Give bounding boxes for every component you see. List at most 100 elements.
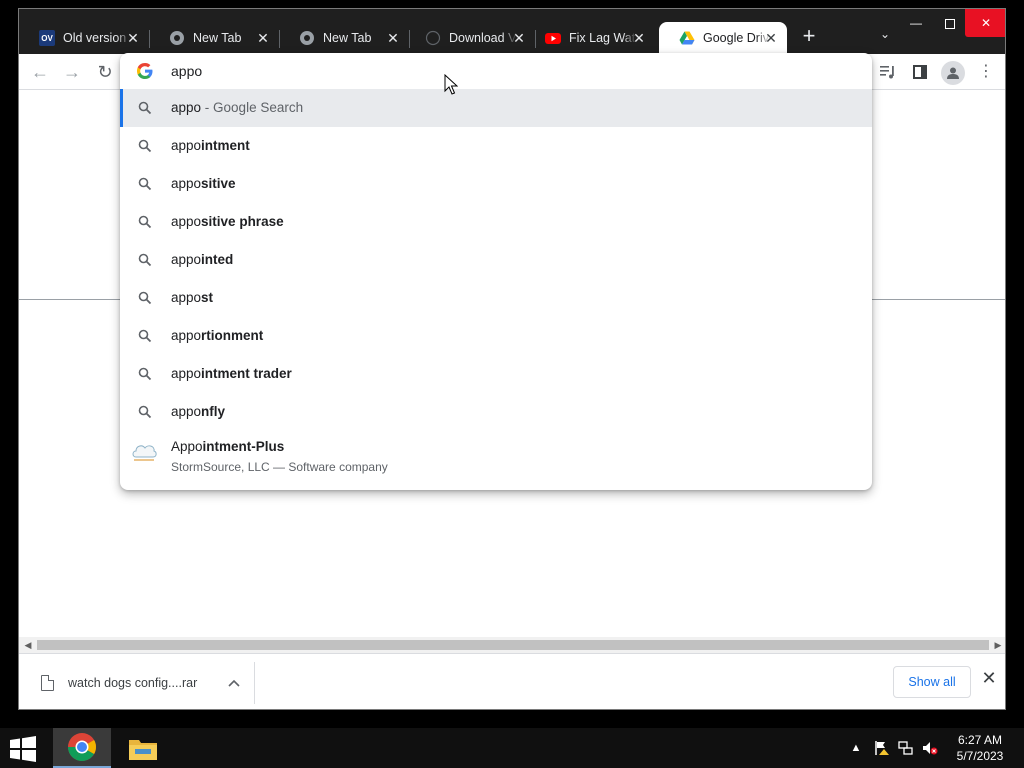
taskbar: ▲ 6:27 AM 5/7/2023 — [0, 728, 1024, 768]
suggestion-completion: sitive phrase — [201, 214, 284, 229]
suggestion-row-1[interactable]: appointment — [120, 127, 872, 165]
suggestion-prefix: appo — [171, 366, 202, 381]
horizontal-scrollbar[interactable]: ◀ ▶ — [19, 637, 1005, 653]
tab-3[interactable]: Download V ✕ — [405, 22, 536, 54]
chevron-up-icon[interactable] — [228, 674, 240, 690]
close-tab-icon[interactable]: ✕ — [125, 30, 141, 46]
close-tab-icon[interactable]: ✕ — [255, 30, 271, 46]
suggestion-row-5[interactable]: appost — [120, 279, 872, 317]
suggestion-text: apponfly — [171, 404, 225, 419]
chrome-tab-icon — [299, 30, 315, 46]
suggestion-prefix: appo — [171, 290, 202, 305]
suggestion-row-2[interactable]: appositive — [120, 165, 872, 203]
tab-label: Google Driv — [703, 31, 769, 45]
scroll-right-icon[interactable]: ▶ — [992, 639, 1004, 651]
close-tab-icon[interactable]: ✕ — [385, 30, 401, 46]
network-icon[interactable] — [896, 728, 916, 768]
tab-search-chevron-icon[interactable]: ⌄ — [877, 27, 893, 43]
scrollbar-thumb[interactable] — [37, 640, 989, 650]
search-icon — [137, 404, 153, 420]
google-drive-icon — [679, 30, 695, 46]
tab-4[interactable]: Fix Lag Wat ✕ — [525, 22, 655, 54]
suggestion-completion: intment trader — [201, 366, 292, 381]
search-icon — [137, 366, 153, 382]
entity-subtitle: StormSource, LLC — Software company — [171, 460, 388, 474]
download-item[interactable]: watch dogs config....rar — [19, 662, 255, 704]
suggestion-row-0[interactable]: appo - Google Search — [120, 89, 872, 127]
show-hidden-icons-icon[interactable]: ▲ — [848, 728, 864, 768]
suggestion-prefix: appo — [171, 214, 202, 229]
file-icon — [41, 675, 54, 691]
suggestion-row-8[interactable]: apponfly — [120, 393, 872, 431]
suggestion-completion: intment — [201, 138, 250, 153]
show-all-button[interactable]: Show all — [893, 666, 971, 698]
entity-prefix: Appo — [171, 439, 203, 454]
search-icon — [137, 328, 153, 344]
omnibox-dropdown: appo appo - Google Search appointment ap… — [120, 53, 872, 490]
windows-start-icon[interactable] — [8, 736, 38, 762]
google-g-icon — [137, 63, 153, 79]
omnibox-query-text: appo — [171, 63, 203, 79]
close-tab-icon[interactable]: ✕ — [763, 30, 779, 46]
profile-avatar-icon[interactable] — [941, 61, 965, 85]
suggestion-row-4[interactable]: appointed — [120, 241, 872, 279]
reload-icon[interactable]: ↻ — [94, 62, 116, 84]
suggestion-text: appointed — [171, 252, 233, 267]
suggestion-row-3[interactable]: appositive phrase — [120, 203, 872, 241]
action-center-flag-icon[interactable] — [872, 728, 892, 768]
tab-label: New Tab — [323, 31, 372, 45]
cloud-logo-icon — [130, 439, 158, 465]
suggestion-source: - Google Search — [201, 100, 304, 115]
tab-strip: OV Old version ✕ New Tab ✕ New Tab ✕ Dow… — [19, 9, 1005, 54]
entity-title: Appointment-Plus — [171, 439, 284, 454]
desktop: OV Old version ✕ New Tab ✕ New Tab ✕ Dow… — [0, 0, 1024, 728]
omnibox-input[interactable]: appo — [120, 53, 872, 89]
clock-time: 6:27 AM — [957, 733, 1003, 747]
search-icon — [137, 138, 153, 154]
taskbar-chrome-icon[interactable] — [53, 728, 111, 768]
suggestion-completion: inted — [201, 252, 234, 267]
entity-suggestion[interactable]: Appointment-Plus StormSource, LLC — Soft… — [120, 431, 872, 483]
search-icon — [137, 290, 153, 306]
back-arrow-icon[interactable]: ← — [29, 62, 51, 84]
suggestion-row-6[interactable]: apportionment — [120, 317, 872, 355]
suggestion-text: appositive — [171, 176, 236, 191]
minimize-button[interactable]: — — [899, 9, 933, 37]
suggestion-prefix: appo — [171, 328, 202, 343]
new-tab-button[interactable]: + — [797, 25, 821, 49]
suggestion-text: appositive phrase — [171, 214, 284, 229]
suggestion-text: appointment trader — [171, 366, 292, 381]
reading-list-icon[interactable] — [877, 62, 899, 84]
scroll-left-icon[interactable]: ◀ — [22, 639, 34, 651]
tab-label: Download V — [449, 31, 517, 45]
close-download-bar-icon[interactable]: ✕ — [979, 668, 999, 688]
close-window-button[interactable]: ✕ — [965, 9, 1005, 37]
tab-1[interactable]: New Tab ✕ — [149, 22, 280, 54]
suggestion-text: appointment — [171, 138, 250, 153]
tab-2[interactable]: New Tab ✕ — [279, 22, 410, 54]
clock-date: 5/7/2023 — [956, 749, 1004, 763]
close-tab-icon[interactable]: ✕ — [631, 30, 647, 46]
tab-0[interactable]: OV Old version ✕ — [19, 22, 150, 54]
menu-kebab-icon[interactable]: ⋮ — [975, 62, 997, 84]
tab-5-active[interactable]: Google Driv ✕ — [659, 22, 787, 54]
suggestion-prefix: appo — [171, 100, 202, 115]
ov-icon: OV — [39, 30, 55, 46]
suggestion-row-7[interactable]: appointment trader — [120, 355, 872, 393]
suggestion-prefix: appo — [171, 138, 202, 153]
suggestion-completion: rtionment — [201, 328, 264, 343]
chrome-tab-icon — [169, 30, 185, 46]
suggestion-completion: st — [201, 290, 214, 305]
globe-icon — [425, 30, 441, 46]
tab-label: Fix Lag Wat — [569, 31, 636, 45]
suggestion-prefix: appo — [171, 176, 202, 191]
search-icon — [137, 252, 153, 268]
suggestion-text: appo - Google Search — [171, 100, 303, 115]
forward-arrow-icon[interactable]: → — [61, 62, 83, 84]
maximize-button[interactable] — [933, 9, 967, 37]
side-panel-icon[interactable] — [909, 62, 931, 84]
taskbar-file-explorer-icon[interactable] — [114, 728, 172, 768]
suggestion-completion: nfly — [201, 404, 226, 419]
volume-muted-icon[interactable] — [920, 728, 940, 768]
taskbar-clock[interactable]: 6:27 AM 5/7/2023 — [944, 732, 1016, 764]
